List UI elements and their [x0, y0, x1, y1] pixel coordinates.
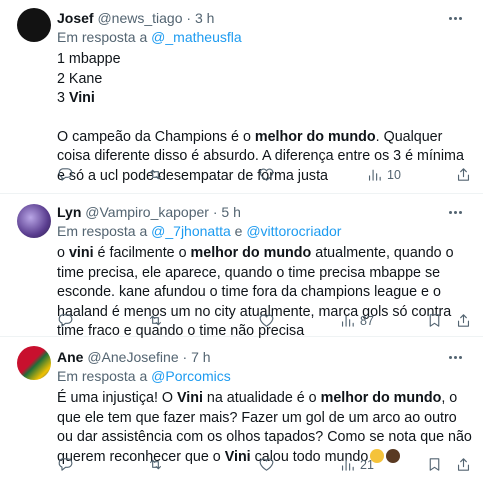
mention-link[interactable]: @_7jhonatta	[151, 223, 231, 239]
retweet-icon	[149, 169, 162, 180]
share-icon	[457, 458, 470, 471]
author-name[interactable]: Josef	[57, 10, 94, 26]
like-button[interactable]	[258, 166, 275, 183]
tweet[interactable]: Ane @AneJosefine · 7 h Em resposta a @Po…	[0, 337, 483, 479]
timestamp[interactable]: 7 h	[191, 349, 210, 365]
avatar[interactable]	[17, 204, 51, 238]
share-button[interactable]	[455, 166, 472, 183]
timestamp[interactable]: 5 h	[221, 204, 240, 220]
bookmark-button[interactable]	[426, 312, 443, 329]
share-button[interactable]	[455, 456, 472, 473]
views-icon	[341, 315, 354, 327]
retweet-button[interactable]	[147, 456, 164, 473]
share-icon	[457, 168, 470, 181]
reply-and: e	[234, 223, 243, 239]
bookmark-button[interactable]	[426, 456, 443, 473]
timestamp[interactable]: 3 h	[195, 10, 214, 26]
reply-prefix: Em resposta a	[57, 223, 148, 239]
retweet-icon	[149, 315, 162, 326]
reply-button[interactable]	[57, 312, 74, 329]
reply-prefix: Em resposta a	[57, 29, 148, 45]
like-button[interactable]	[258, 312, 275, 329]
views-icon	[341, 459, 354, 471]
share-icon	[457, 314, 470, 327]
views-icon	[368, 169, 381, 181]
mention-link[interactable]: @_matheusfla	[151, 29, 241, 45]
retweet-button[interactable]	[147, 166, 164, 183]
text-line: 1 mbappe	[57, 51, 121, 67]
views-button[interactable]: 10	[366, 166, 401, 183]
author-name[interactable]: Ane	[57, 349, 83, 365]
views-count: 21	[360, 457, 374, 472]
bookmark-icon	[429, 458, 440, 471]
tweet[interactable]: Josef @news_tiago · 3 h Em resposta a @_…	[0, 0, 483, 194]
separator: ·	[186, 10, 192, 26]
reply-icon	[58, 168, 73, 181]
reply-context: Em resposta a @Porcomics	[57, 367, 473, 386]
text-line: 3 Vini	[57, 90, 95, 106]
reply-context: Em resposta a @_7jhonatta e @vittorocria…	[57, 222, 473, 241]
retweet-button[interactable]	[147, 312, 164, 329]
reply-context: Em resposta a @_matheusfla	[57, 28, 473, 47]
reply-icon	[58, 458, 73, 471]
more-icon[interactable]	[445, 204, 465, 220]
retweet-icon	[149, 459, 162, 470]
tweet[interactable]: Lyn @Vampiro_kapoper · 5 h Em resposta a…	[0, 194, 483, 339]
text-line: 2 Kane	[57, 70, 103, 87]
views-count: 87	[360, 313, 374, 328]
share-button[interactable]	[455, 312, 472, 329]
views-count: 10	[387, 167, 401, 182]
more-icon[interactable]	[445, 10, 465, 26]
bookmark-icon	[429, 314, 440, 327]
heart-icon	[259, 168, 274, 181]
author-handle[interactable]: @Vampiro_kapoper	[85, 204, 209, 220]
views-button[interactable]: 21	[339, 456, 374, 473]
more-icon[interactable]	[445, 349, 465, 365]
reply-prefix: Em resposta a	[57, 368, 148, 384]
views-button[interactable]: 87	[339, 312, 374, 329]
author-handle[interactable]: @news_tiago	[97, 10, 182, 26]
reply-button[interactable]	[57, 456, 74, 473]
like-button[interactable]	[258, 456, 275, 473]
heart-icon	[259, 458, 274, 471]
avatar[interactable]	[17, 346, 51, 380]
author-handle[interactable]: @AneJosefine	[87, 349, 178, 365]
separator: ·	[182, 349, 188, 365]
reply-button[interactable]	[57, 166, 74, 183]
avatar[interactable]	[17, 8, 51, 42]
mention-link[interactable]: @vittorocriador	[246, 223, 341, 239]
separator: ·	[212, 204, 218, 220]
mention-link[interactable]: @Porcomics	[151, 368, 231, 384]
reply-icon	[58, 314, 73, 327]
author-name[interactable]: Lyn	[57, 204, 81, 220]
heart-icon	[259, 314, 274, 327]
